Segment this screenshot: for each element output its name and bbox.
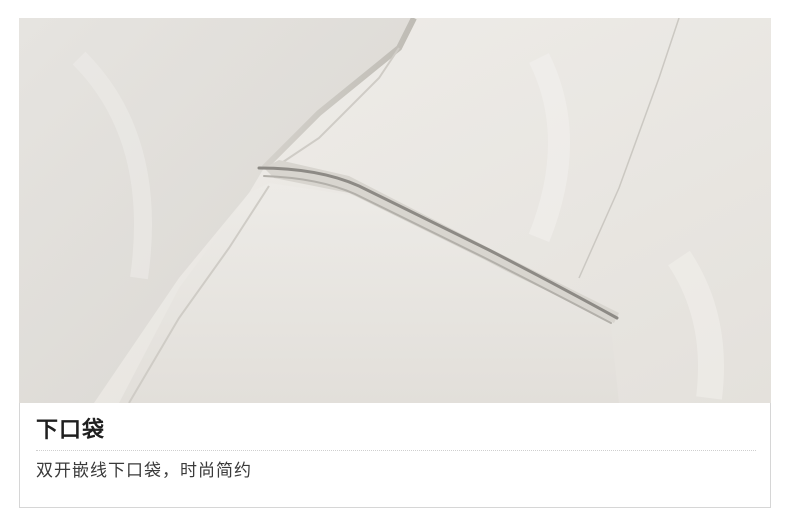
caption-subtitle: 双开嵌线下口袋，时尚简约	[36, 461, 252, 481]
caption-title: 下口袋	[36, 418, 106, 443]
pocket-detail-photo	[19, 18, 771, 403]
fabric-illustration	[19, 18, 771, 403]
caption-divider	[36, 450, 756, 451]
